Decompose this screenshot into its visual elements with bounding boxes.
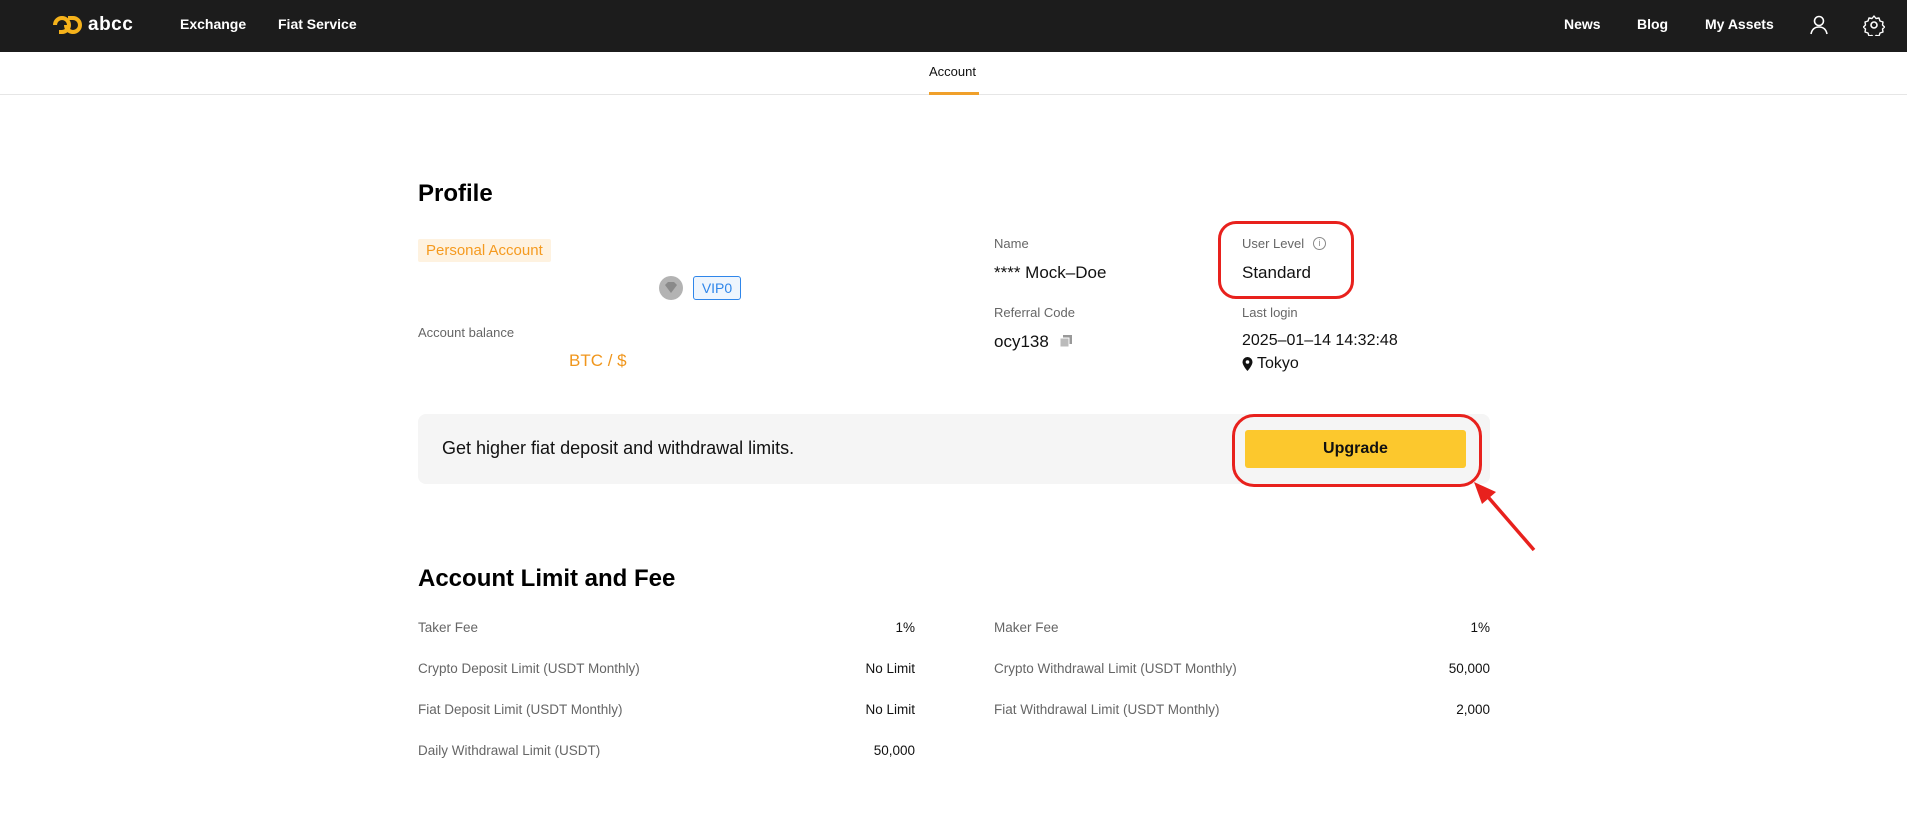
active-tab-indicator (929, 92, 979, 95)
limit-value: No Limit (865, 702, 915, 717)
profile-title: Profile (418, 180, 493, 207)
limit-value: 1% (1470, 620, 1490, 635)
upgrade-button[interactable]: Upgrade (1245, 430, 1466, 468)
name-label: Name (994, 236, 1029, 251)
referral-code-value: ocy138 (994, 332, 1049, 351)
limit-value: No Limit (865, 661, 915, 676)
limit-label: Crypto Withdrawal Limit (USDT Monthly) (994, 661, 1237, 676)
nav-fiat-service[interactable]: Fiat Service (278, 16, 357, 32)
abcc-logo-icon (53, 16, 82, 34)
limit-value: 50,000 (873, 743, 915, 758)
limit-label: Taker Fee (418, 620, 479, 635)
location-pin-icon (1242, 357, 1253, 371)
limit-label: Fiat Withdrawal Limit (USDT Monthly) (994, 702, 1220, 717)
info-icon[interactable]: i (1313, 237, 1326, 250)
referral-code-label: Referral Code (994, 305, 1075, 320)
account-type-badge: Personal Account (418, 239, 551, 262)
nav-blog[interactable]: Blog (1637, 16, 1668, 32)
upgrade-message: Get higher fiat deposit and withdrawal l… (442, 438, 795, 458)
brand-name: abcc (88, 14, 134, 35)
top-navbar: abcc Exchange Fiat Service News Blog My … (0, 0, 1907, 52)
balance-value: BTC / $ (569, 351, 627, 370)
limit-label: Daily Withdrawal Limit (USDT) (418, 743, 601, 758)
limit-value: 1% (895, 620, 915, 635)
limit-value: 2,000 (1456, 702, 1490, 717)
brand-logo[interactable]: abcc (52, 13, 133, 37)
sub-navbar: Account (0, 52, 1907, 95)
nav-news[interactable]: News (1564, 16, 1601, 32)
annotation-arrow (1474, 482, 1536, 552)
copy-icon[interactable] (1059, 334, 1073, 348)
name-value: **** Mock–Doe (994, 263, 1107, 282)
limit-label: Fiat Deposit Limit (USDT Monthly) (418, 702, 623, 717)
user-level-label: User Level (1242, 236, 1305, 251)
tab-account[interactable]: Account (929, 64, 976, 79)
last-login-label: Last login (1242, 305, 1298, 320)
last-login-location: Tokyo (1257, 355, 1299, 372)
limits-title: Account Limit and Fee (418, 565, 676, 592)
limit-label: Maker Fee (994, 620, 1059, 635)
user-level-value: Standard (1242, 263, 1311, 282)
annotation-ring-user-level (1218, 221, 1354, 299)
user-icon[interactable] (1808, 14, 1830, 36)
limit-label: Crypto Deposit Limit (USDT Monthly) (418, 661, 640, 676)
diamond-icon (659, 276, 683, 300)
vip-level-badge: VIP0 (693, 276, 741, 300)
gear-icon[interactable] (1863, 14, 1885, 36)
nav-my-assets[interactable]: My Assets (1705, 16, 1774, 32)
balance-label: Account balance (418, 325, 515, 340)
last-login-value: 2025–01–14 14:32:48 (1242, 332, 1398, 349)
nav-exchange[interactable]: Exchange (180, 16, 246, 32)
limit-value: 50,000 (1448, 661, 1490, 676)
